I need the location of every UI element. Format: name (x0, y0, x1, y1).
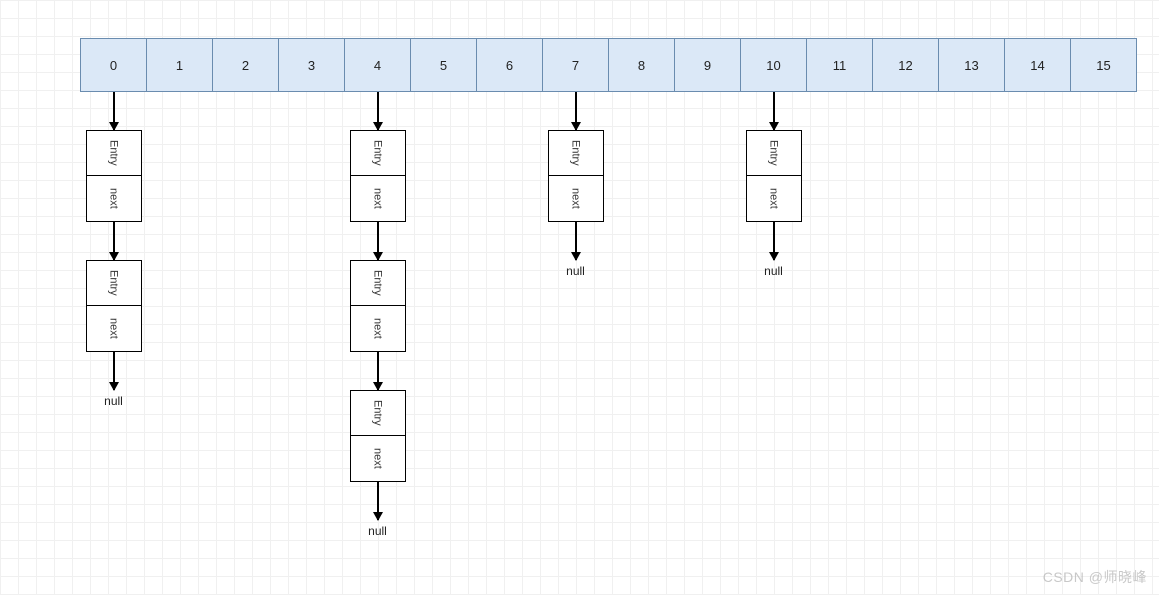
watermark: CSDN @师晓峰 (1043, 567, 1147, 587)
entry-label: Entry (549, 131, 603, 176)
arrow-down-icon (377, 92, 379, 130)
null-label: null (566, 264, 585, 278)
entry-node: Entrynext (548, 130, 604, 222)
array-cell-0: 0 (80, 38, 147, 92)
entry-next-label: next (747, 176, 801, 221)
entry-next-label: next (87, 176, 141, 221)
arrow-down-icon (113, 222, 115, 260)
entry-label: Entry (351, 131, 405, 176)
array-cell-8: 8 (608, 38, 675, 92)
entry-node: Entrynext (746, 130, 802, 222)
array-cell-12: 12 (872, 38, 939, 92)
chain-7: Entrynext null (542, 92, 609, 278)
array-cell-11: 11 (806, 38, 873, 92)
entry-next-label: next (87, 306, 141, 351)
array-cell-5: 5 (410, 38, 477, 92)
null-label: null (368, 524, 387, 538)
entry-label: Entry (351, 261, 405, 306)
entry-next-label: next (351, 176, 405, 221)
array-cell-9: 9 (674, 38, 741, 92)
array-cell-6: 6 (476, 38, 543, 92)
null-label: null (764, 264, 783, 278)
arrow-down-icon (575, 92, 577, 130)
hash-array: 0123456789101112131415 (80, 38, 1137, 92)
arrow-down-icon (113, 352, 115, 390)
entry-next-label: next (351, 306, 405, 351)
entry-node: Entrynext (86, 130, 142, 222)
arrow-down-icon (377, 352, 379, 390)
array-cell-13: 13 (938, 38, 1005, 92)
array-cell-14: 14 (1004, 38, 1071, 92)
array-cell-4: 4 (344, 38, 411, 92)
entry-node: Entrynext (350, 390, 406, 482)
array-cell-7: 7 (542, 38, 609, 92)
arrow-down-icon (575, 222, 577, 260)
entry-node: Entrynext (350, 130, 406, 222)
entry-node: Entrynext (86, 260, 142, 352)
entry-next-label: next (549, 176, 603, 221)
entry-label: Entry (351, 391, 405, 436)
arrow-down-icon (773, 92, 775, 130)
array-cell-3: 3 (278, 38, 345, 92)
entry-node: Entrynext (350, 260, 406, 352)
array-cell-2: 2 (212, 38, 279, 92)
entry-label: Entry (747, 131, 801, 176)
arrow-down-icon (113, 92, 115, 130)
entry-label: Entry (87, 131, 141, 176)
chain-0: EntrynextEntrynextnull (80, 92, 147, 408)
null-label: null (104, 394, 123, 408)
array-cell-1: 1 (146, 38, 213, 92)
arrow-down-icon (377, 482, 379, 520)
array-cell-15: 15 (1070, 38, 1137, 92)
arrow-down-icon (377, 222, 379, 260)
array-cell-10: 10 (740, 38, 807, 92)
chain-10: Entrynext null (740, 92, 807, 278)
entry-next-label: next (351, 436, 405, 481)
entry-label: Entry (87, 261, 141, 306)
arrow-down-icon (773, 222, 775, 260)
chain-4: EntrynextEntrynextEntrynextnull (344, 92, 411, 538)
